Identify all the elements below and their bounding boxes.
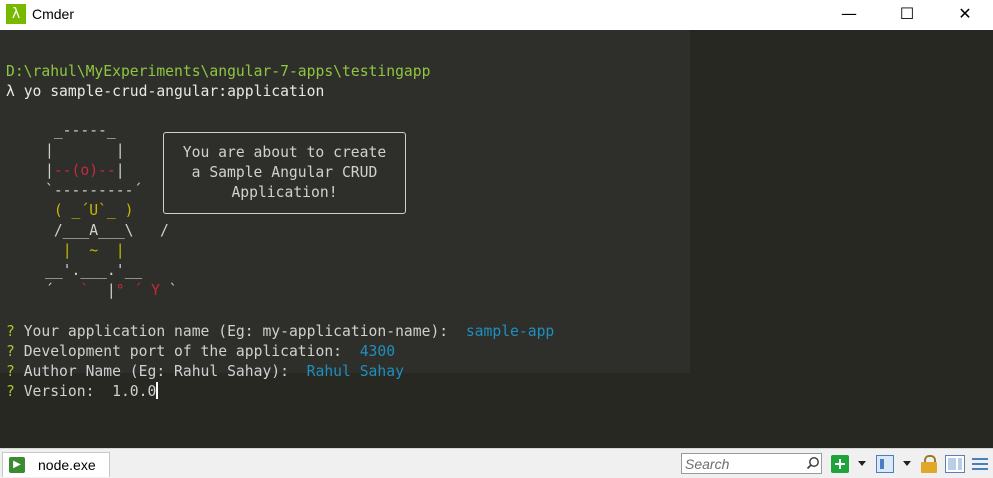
yeoman-ascii-art: _-----_ | | |--(o)--| `---------´ ( _´U`… — [45, 122, 178, 299]
search-input[interactable] — [685, 455, 803, 472]
lock-icon[interactable] — [921, 455, 937, 473]
yeoman-speech-bubble: You are about to create a Sample Angular… — [163, 132, 406, 214]
title-bar[interactable]: λ Cmder — ☐ ✕ — [0, 0, 993, 30]
maximize-icon: ☐ — [899, 4, 915, 23]
status-bar: ▶ node.exe — [0, 448, 993, 478]
answer-port: 4300 — [359, 343, 396, 360]
search-icon[interactable] — [806, 456, 820, 470]
bubble-line-3: Application! — [231, 184, 338, 201]
split-view-icon[interactable] — [876, 455, 894, 473]
text-cursor — [156, 382, 159, 399]
question-app-name: ? Your application name (Eg: my-applicat… — [6, 323, 555, 340]
answer-author: Rahul Sahay — [306, 363, 404, 380]
command-line: λ yo sample-crud-angular:application — [6, 82, 324, 102]
new-console-plus-icon[interactable] — [831, 455, 849, 473]
question-port: ? Development port of the application: 4… — [6, 343, 396, 360]
minimize-icon: — — [841, 4, 857, 23]
question-author: ? Author Name (Eg: Rahul Sahay): Rahul S… — [6, 363, 404, 380]
chevron-down-icon[interactable] — [903, 461, 911, 466]
search-box[interactable] — [681, 453, 822, 474]
maximize-button[interactable]: ☐ — [878, 0, 936, 30]
close-button[interactable]: ✕ — [936, 0, 993, 30]
answer-app-name: sample-app — [465, 323, 555, 340]
prompt-symbol: λ — [6, 83, 15, 100]
command-text: yo sample-crud-angular:application — [23, 83, 325, 100]
bubble-line-2: a Sample Angular CRUD — [191, 164, 378, 181]
bubble-line-1: You are about to create — [182, 144, 387, 161]
terminal-console[interactable]: D:\rahul\MyExperiments\angular-7-apps\te… — [0, 30, 993, 448]
cmder-lambda-icon[interactable]: λ — [6, 4, 26, 24]
panes-layout-icon[interactable] — [945, 455, 965, 473]
question-version[interactable]: ? Version: 1.0.0 — [6, 382, 159, 402]
console-icon: ▶ — [9, 457, 25, 473]
hamburger-menu-icon[interactable] — [972, 455, 988, 473]
chevron-down-icon[interactable] — [858, 461, 866, 466]
close-icon: ✕ — [958, 4, 972, 23]
minimize-button[interactable]: — — [820, 0, 878, 30]
tab-label: node.exe — [38, 457, 96, 473]
current-directory: D:\rahul\MyExperiments\angular-7-apps\te… — [6, 63, 431, 80]
version-input-value: 1.0.0 — [112, 383, 157, 400]
console-tab-node[interactable]: ▶ node.exe — [2, 452, 110, 477]
window-title: Cmder — [32, 6, 75, 22]
